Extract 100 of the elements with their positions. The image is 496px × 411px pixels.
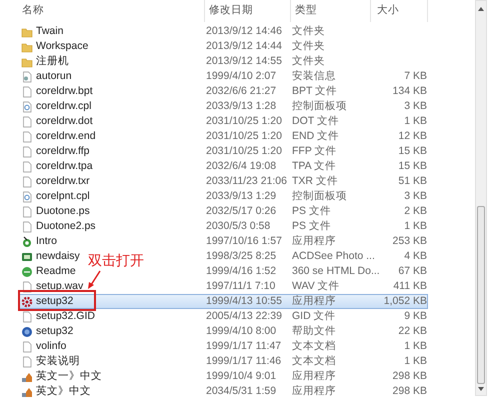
modified-date: 2033/11/23 21:06 bbox=[206, 174, 287, 187]
modified-date: 2033/9/13 1:29 bbox=[206, 190, 276, 202]
modified-date: 2031/10/25 1:20 bbox=[206, 144, 282, 157]
scrollbar-thumb[interactable] bbox=[477, 206, 485, 384]
file-size: 12 KB bbox=[398, 130, 427, 142]
modified-date: 2013/9/12 14:55 bbox=[206, 54, 282, 67]
file-icon bbox=[21, 356, 33, 368]
file-size: 253 KB bbox=[392, 234, 427, 247]
file-type: 控制面板项 bbox=[292, 100, 347, 112]
file-name: Intro bbox=[36, 234, 58, 249]
image-icon bbox=[21, 250, 33, 262]
file-name: Twain bbox=[36, 24, 64, 39]
file-type: 帮助文件 bbox=[292, 324, 336, 337]
browser-icon bbox=[21, 266, 33, 278]
file-size: 298 KB bbox=[392, 370, 427, 382]
file-size: 411 KB bbox=[393, 280, 427, 292]
modified-date: 2013/9/12 14:44 bbox=[206, 40, 282, 52]
file-name: newdaisy bbox=[36, 248, 80, 264]
file-type: 应用程序 bbox=[292, 294, 336, 307]
file-type: 控制面板项 bbox=[292, 190, 347, 202]
annotation-text: 双击打开 bbox=[88, 251, 144, 270]
file-type: BPT 文件 bbox=[292, 84, 338, 97]
file-size: 1 KB bbox=[404, 354, 427, 367]
file-size: 1,052 KB bbox=[384, 294, 427, 307]
file-name: coreldrw.tpa bbox=[36, 158, 93, 174]
modified-date: 2032/6/6 21:27 bbox=[206, 84, 276, 97]
file-type: GID 文件 bbox=[292, 310, 336, 322]
file-type: 360 se HTML Do... bbox=[292, 264, 380, 277]
file-type: TPA 文件 bbox=[292, 160, 336, 172]
column-header[interactable]: 修改日期 bbox=[209, 3, 253, 19]
file-icon bbox=[21, 130, 33, 142]
file-name: coreldrw.end bbox=[36, 128, 96, 144]
file-type: 应用程序 bbox=[292, 384, 336, 397]
file-name: coreldrw.txr bbox=[36, 174, 90, 189]
file-type: ACDSee Photo ... bbox=[292, 250, 375, 262]
file-icon bbox=[21, 340, 33, 352]
modified-date: 2031/10/25 1:20 bbox=[206, 130, 282, 142]
file-name: Workspace bbox=[36, 38, 88, 54]
file-type: FFP 文件 bbox=[292, 144, 337, 157]
file-size: 298 KB bbox=[392, 384, 427, 397]
file-type: TXR 文件 bbox=[292, 174, 338, 187]
modified-date: 2033/9/13 1:28 bbox=[206, 100, 276, 112]
modified-date: 1999/4/10 8:00 bbox=[206, 324, 276, 337]
file-name: coreldrw.ffp bbox=[36, 144, 90, 159]
file-name: setup32 bbox=[36, 294, 74, 309]
file-size: 67 KB bbox=[398, 264, 427, 277]
control-panel-icon bbox=[21, 100, 33, 112]
modified-date: 1997/10/16 1:57 bbox=[206, 234, 282, 247]
file-size: 15 KB bbox=[398, 160, 427, 172]
file-size: 3 KB bbox=[404, 100, 427, 112]
file-type: 应用程序 bbox=[292, 370, 336, 382]
folder-icon bbox=[21, 56, 33, 68]
modified-date: 1998/3/25 8:25 bbox=[206, 250, 276, 262]
file-name: 注册机 bbox=[36, 54, 69, 69]
modified-date: 2034/5/31 1:59 bbox=[206, 384, 276, 397]
scrollbar[interactable] bbox=[475, 0, 487, 396]
file-type: 文件夹 bbox=[292, 40, 325, 52]
modified-date: 2032/5/17 0:26 bbox=[206, 204, 276, 217]
modified-date: 2030/5/3 0:58 bbox=[206, 220, 270, 232]
file-type: PS 文件 bbox=[292, 220, 331, 232]
modified-date: 1999/1/17 11:46 bbox=[206, 354, 282, 367]
file-type: 安装信息 bbox=[292, 70, 336, 82]
file-name: Duotone.ps bbox=[36, 204, 90, 219]
file-name: coreldrw.bpt bbox=[36, 84, 93, 99]
annotation-arrow bbox=[88, 270, 101, 289]
file-name: 英文一》中文 bbox=[36, 368, 102, 384]
file-icon bbox=[21, 146, 33, 158]
folder-icon bbox=[21, 40, 33, 52]
file-icon bbox=[21, 160, 33, 172]
app-icon bbox=[21, 236, 33, 248]
column-header[interactable]: 类型 bbox=[295, 3, 317, 19]
file-type: 文件夹 bbox=[292, 54, 325, 67]
file-size: 3 KB bbox=[404, 190, 427, 202]
file-size: 2 KB bbox=[404, 204, 427, 217]
file-type: PS 文件 bbox=[292, 204, 331, 217]
file-name: coreldrw.cpl bbox=[36, 98, 92, 114]
file-name: corelpnt.cpl bbox=[36, 188, 90, 204]
modified-date: 1999/4/10 2:07 bbox=[206, 70, 276, 82]
file-icon bbox=[21, 86, 33, 98]
scroll-up-icon[interactable] bbox=[477, 5, 485, 13]
file-size: 22 KB bbox=[398, 324, 427, 337]
file-icon bbox=[21, 176, 33, 188]
file-size: 1 KB bbox=[404, 220, 427, 232]
file-name: Duotone2.ps bbox=[36, 218, 96, 234]
file-size: 7 KB bbox=[404, 70, 427, 82]
installer-icon bbox=[21, 370, 33, 382]
file-name: 英文》中文 bbox=[36, 384, 91, 399]
file-size: 15 KB bbox=[398, 144, 427, 157]
folder-icon bbox=[21, 26, 33, 38]
file-icon bbox=[21, 206, 33, 218]
file-name: setup32.GID bbox=[36, 308, 95, 324]
modified-date: 2013/9/12 14:46 bbox=[206, 24, 282, 37]
column-header[interactable]: 名称 bbox=[22, 3, 44, 19]
installer-icon bbox=[21, 386, 33, 398]
file-size: 51 KB bbox=[398, 174, 427, 187]
modified-date: 1999/1/17 11:47 bbox=[206, 340, 282, 352]
selected-row[interactable]: setup32 1999/4/13 10:55 应用程序 1,052 KB bbox=[18, 294, 428, 309]
file-size: 9 KB bbox=[404, 310, 427, 322]
file-name: volinfo bbox=[36, 338, 66, 354]
column-header[interactable]: 大小 bbox=[377, 3, 399, 19]
